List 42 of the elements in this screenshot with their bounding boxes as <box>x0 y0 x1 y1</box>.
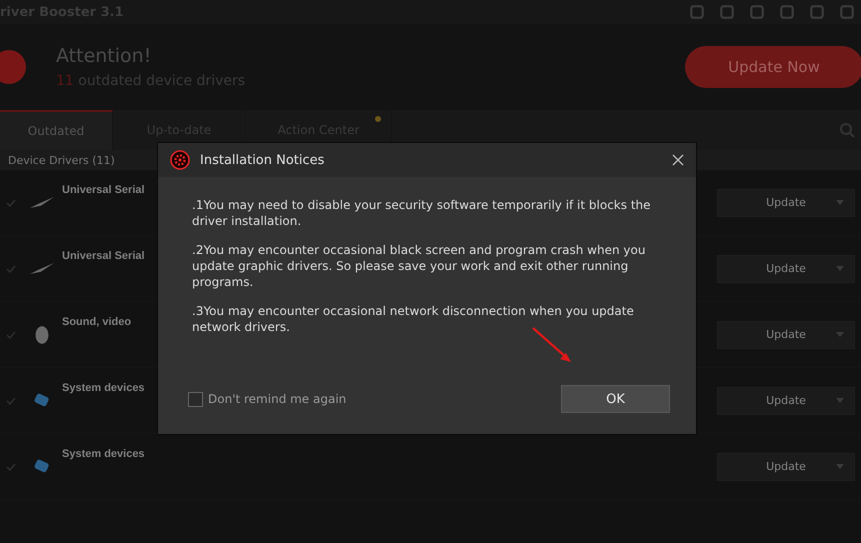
caret-icon[interactable] <box>836 398 844 404</box>
notice-text: .2You may encounter occasional black screen and program crash when you update graphic drivers. So please save your work and exit other running programs. <box>192 242 646 290</box>
remind-label: Don't remind me again <box>208 392 346 406</box>
device-name: Sound, video <box>62 316 132 328</box>
notice-text: .3You may encounter occasional network disconnection when you update network drivers. <box>192 303 635 335</box>
close-icon[interactable] <box>672 154 684 166</box>
search-icon[interactable] <box>839 122 855 138</box>
alert-icon <box>0 50 26 84</box>
update-button[interactable]: Update <box>717 452 855 480</box>
check-icon[interactable] <box>6 396 16 406</box>
usb-icon <box>30 197 54 208</box>
update-button[interactable]: Update <box>717 188 855 216</box>
device-name: Universal Serial <box>62 250 145 262</box>
section-label: Device Drivers (11) <box>8 154 115 166</box>
check-icon[interactable] <box>6 264 16 274</box>
check-icon[interactable] <box>6 462 16 472</box>
update-button[interactable]: Update <box>717 320 855 348</box>
update-now-button[interactable]: Update Now <box>685 46 861 88</box>
device-name: Universal Serial <box>62 184 145 196</box>
caret-icon[interactable] <box>836 464 844 470</box>
check-icon[interactable] <box>6 330 16 340</box>
gear-logo-icon <box>170 150 190 170</box>
caret-icon[interactable] <box>836 266 844 272</box>
device-name: System devices <box>62 382 145 394</box>
dialog-title: Installation Notices <box>200 152 324 168</box>
notice-text: .1You may need to disable your security software temporarily if it blocks the driver installation. <box>192 197 652 229</box>
caret-icon[interactable] <box>836 200 844 206</box>
toolbar-icon[interactable] <box>719 4 735 20</box>
annotation-arrow <box>531 326 573 364</box>
checkbox[interactable] <box>188 392 203 406</box>
ok-button[interactable]: OK <box>561 385 670 413</box>
toolbar-icon[interactable] <box>689 4 705 20</box>
usb-icon <box>30 263 54 274</box>
caret-icon[interactable] <box>836 332 844 338</box>
toolbar-icon[interactable] <box>809 4 825 20</box>
device-name: System devices <box>62 448 145 460</box>
update-button[interactable]: Update <box>717 386 855 414</box>
toolbar-icon[interactable] <box>839 4 855 20</box>
toolbar-icon[interactable] <box>779 4 795 20</box>
update-button[interactable]: Update <box>717 254 855 282</box>
check-icon[interactable] <box>6 198 16 208</box>
toolbar-icon[interactable] <box>749 4 765 20</box>
